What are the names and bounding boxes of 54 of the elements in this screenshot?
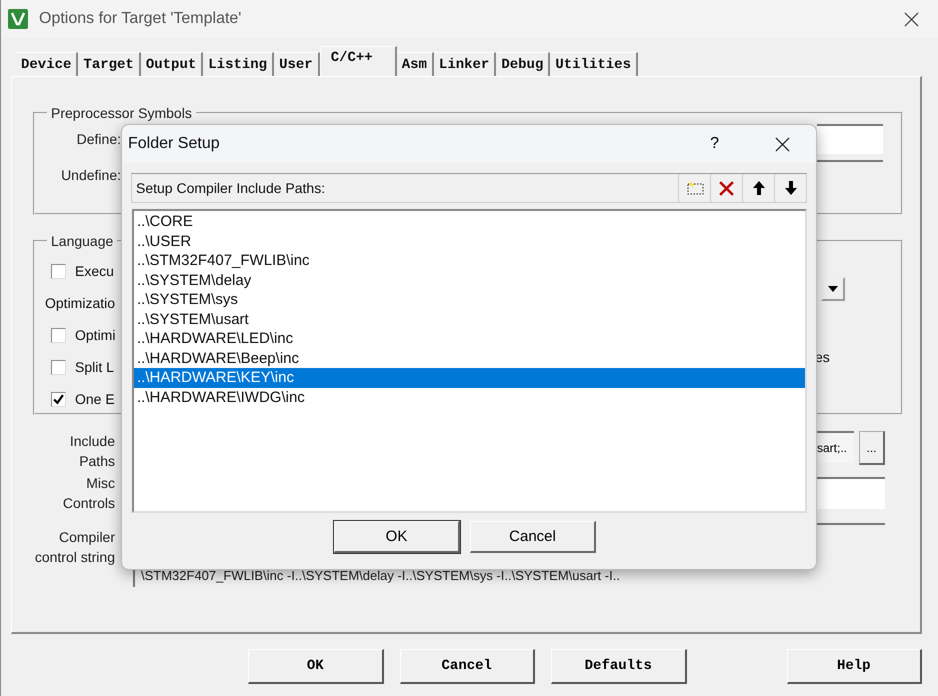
window-title: Options for Target 'Template' bbox=[39, 10, 242, 28]
undefine-label: Undefine: bbox=[60, 167, 121, 183]
tab[interactable]: Linker bbox=[434, 52, 496, 76]
close-icon[interactable] bbox=[775, 136, 790, 152]
path-item[interactable]: ..\SYSTEM\sys bbox=[134, 290, 805, 310]
checkbox-label: One E bbox=[75, 391, 115, 407]
path-item[interactable]: ..\HARDWARE\LED\inc bbox=[134, 329, 805, 348]
checkbox[interactable] bbox=[51, 328, 66, 342]
checkbox[interactable] bbox=[51, 392, 66, 406]
path-item[interactable]: ..\USER bbox=[134, 232, 805, 251]
app-logo-icon bbox=[8, 9, 28, 29]
close-icon[interactable] bbox=[904, 12, 919, 26]
dialog-button[interactable]: Cancel bbox=[470, 521, 596, 553]
dropdown[interactable] bbox=[821, 277, 845, 301]
tab[interactable]: Target bbox=[78, 52, 141, 76]
help-button[interactable]: ? bbox=[710, 135, 719, 153]
path-item[interactable]: ..\SYSTEM\delay bbox=[134, 270, 805, 290]
dialog-button[interactable]: OK bbox=[334, 521, 460, 553]
checkbox[interactable] bbox=[51, 264, 66, 278]
path-item[interactable]: ..\SYSTEM\usart bbox=[134, 310, 805, 329]
path-item[interactable]: ..\HARDWARE\KEY\inc bbox=[134, 368, 805, 388]
define-field[interactable] bbox=[817, 124, 883, 154]
dialog-button[interactable]: Defaults bbox=[551, 649, 686, 684]
checkbox-label: Execu bbox=[75, 263, 114, 279]
caret-icon bbox=[828, 286, 838, 292]
path-item[interactable]: ..\CORE bbox=[134, 212, 805, 232]
dialog-button[interactable]: OK bbox=[248, 649, 384, 684]
dialog-button[interactable]: Cancel bbox=[400, 649, 535, 684]
compiler-string-text: \STM32F407_FWLIB\inc -I..\SYSTEM\delay -I..\SYSTEM\sys -I..\SYSTEM\usart -I.. bbox=[141, 568, 620, 583]
tab[interactable]: Output bbox=[140, 52, 204, 76]
group-title: Preprocessor Symbols bbox=[50, 105, 193, 121]
dialog-title: Folder Setup bbox=[128, 135, 220, 153]
browse-button[interactable]: ... bbox=[859, 431, 885, 465]
misc-controls-label: Misc Controls bbox=[62, 474, 115, 513]
tab[interactable]: Asm bbox=[396, 52, 434, 76]
checkbox-label: Optimi bbox=[75, 327, 116, 343]
tab[interactable]: C/C++ bbox=[320, 46, 397, 76]
tab[interactable]: User bbox=[274, 52, 320, 76]
path-item[interactable]: ..\STM32F407_FWLIB\inc bbox=[134, 251, 805, 270]
tab[interactable]: Device bbox=[16, 52, 78, 76]
list-label: Setup Compiler Include Paths: bbox=[136, 180, 326, 196]
compiler-string-label: Compiler control string bbox=[34, 528, 115, 567]
path-item[interactable]: ..\HARDWARE\Beep\inc bbox=[134, 348, 805, 368]
dialog-button[interactable]: Help bbox=[786, 649, 922, 684]
tab[interactable]: Debug bbox=[496, 52, 550, 76]
checkbox-label: Split L bbox=[75, 359, 114, 375]
path-item[interactable]: ..\HARDWARE\IWDG\inc bbox=[134, 388, 805, 407]
group-title: Language bbox=[50, 233, 114, 249]
checkbox[interactable] bbox=[51, 360, 66, 374]
option-label: Optimizatio bbox=[45, 295, 116, 311]
include-paths-label: Include Paths bbox=[68, 432, 115, 471]
define-label: Define: bbox=[76, 131, 121, 147]
tab[interactable]: Listing bbox=[203, 52, 274, 76]
tab[interactable]: Utilities bbox=[550, 52, 638, 76]
